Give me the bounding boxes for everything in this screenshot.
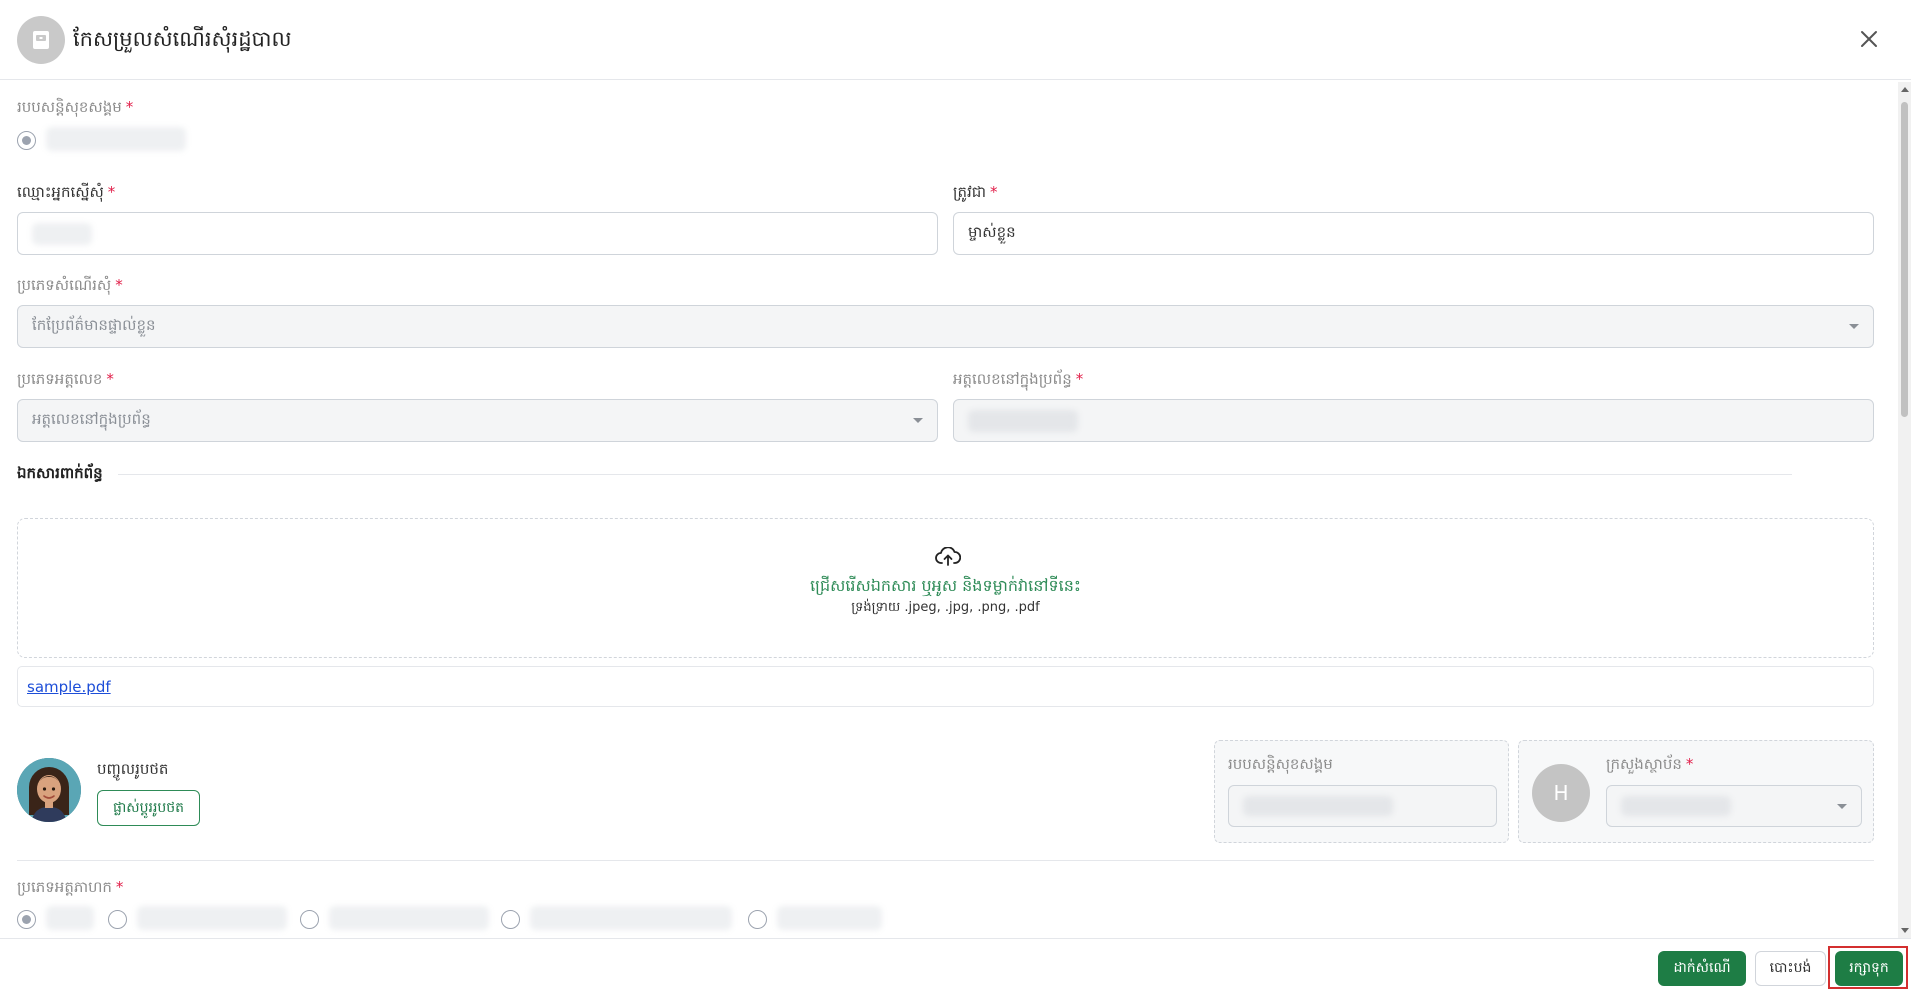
chevron-down-icon <box>1837 804 1847 809</box>
vertical-scrollbar[interactable] <box>1898 82 1911 938</box>
social-security-card: របបសន្តិសុខសង្គម <box>1214 740 1509 843</box>
modal-footer: ដាក់សំណើ បោះបង់ រក្សាទុក <box>0 938 1911 996</box>
employee-type-radio-5[interactable] <box>748 910 767 929</box>
section-divider <box>17 860 1874 861</box>
ministry-label: ក្រសួងស្ថាប័ន * <box>1606 755 1694 773</box>
social-security-option-redacted <box>46 127 186 151</box>
employee-type-option-1-redacted <box>46 906 94 930</box>
photo-label: បញ្ចូលរូបថត <box>97 760 169 778</box>
applicant-name-label: ឈ្មោះអ្នកស្នើសុំ * <box>17 183 116 201</box>
request-type-value: កែប្រែព័ត៌មានផ្ទាល់ខ្លួន <box>32 315 156 334</box>
id-type-value: អត្តលេខនៅក្នុងប្រព័ន្ធ <box>32 409 151 428</box>
attached-file-link[interactable]: sample.pdf <box>27 678 111 696</box>
scroll-up-icon[interactable] <box>1901 87 1909 92</box>
id-number-input[interactable] <box>953 399 1874 442</box>
save-button-highlight <box>1828 946 1908 989</box>
close-button[interactable] <box>1854 24 1884 54</box>
modal-header: កែសម្រួលសំណើរសុំរដ្ឋបាល <box>0 0 1911 80</box>
request-type-select[interactable]: កែប្រែព័ត៌មានផ្ទាល់ខ្លួន <box>17 305 1874 348</box>
employee-type-label: ប្រភេទអត្តភាហក * <box>17 878 124 896</box>
id-type-select[interactable]: អត្តលេខនៅក្នុងប្រព័ន្ធ <box>17 399 938 442</box>
social-card-redacted <box>1243 796 1393 816</box>
employee-type-radio-4[interactable] <box>501 910 520 929</box>
attached-file-item: sample.pdf <box>17 666 1874 707</box>
dropzone-instruction: ជ្រើសរើសឯកសារ ឬអូស និងទម្លាក់វានៅទីនេះ <box>810 576 1081 595</box>
employee-type-radio-2[interactable] <box>108 910 127 929</box>
dropzone-formats: ទ្រង់ទ្រាយ .jpeg, .jpg, .png, .pdf <box>851 600 1040 615</box>
id-number-label: អត្តលេខនៅក្នុងប្រព័ន្ធ * <box>953 370 1084 388</box>
applicant-name-input[interactable] <box>17 212 938 255</box>
relation-value: ម្ចាស់ខ្លួន <box>968 222 1016 241</box>
employee-type-option-2-redacted <box>137 906 287 930</box>
ministry-avatar: H <box>1532 764 1590 822</box>
relation-label: ត្រូវជា * <box>953 183 998 201</box>
attachments-divider <box>118 474 1792 475</box>
id-type-label: ប្រភេទអត្តលេខ * <box>17 370 114 388</box>
social-card-label: របបសន្តិសុខសង្គម <box>1228 755 1333 773</box>
cloud-upload-icon <box>935 547 961 566</box>
close-icon <box>1861 31 1877 47</box>
document-edit-icon <box>17 16 65 64</box>
chevron-down-icon <box>1849 324 1859 329</box>
profile-photo <box>17 758 81 822</box>
modal-title: កែសម្រួលសំណើរសុំរដ្ឋបាល <box>73 27 292 51</box>
employee-type-radio-3[interactable] <box>300 910 319 929</box>
social-security-label: របបសន្តិសុខសង្គម * <box>17 98 134 116</box>
file-dropzone[interactable]: ជ្រើសរើសឯកសារ ឬអូស និងទម្លាក់វានៅទីនេះ ទ… <box>17 518 1874 658</box>
cancel-button[interactable]: បោះបង់ <box>1755 951 1826 986</box>
ministry-redacted <box>1621 796 1731 816</box>
employee-type-option-5-redacted <box>777 906 882 930</box>
attachments-title: ឯកសារពាក់ព័ន្ធ <box>17 464 103 482</box>
employee-type-option-4-redacted <box>530 906 732 930</box>
chevron-down-icon <box>913 418 923 423</box>
id-number-redacted <box>968 409 1078 432</box>
employee-type-radio-1[interactable] <box>17 910 36 929</box>
social-card-input[interactable] <box>1228 785 1497 827</box>
relation-input[interactable]: ម្ចាស់ខ្លួន <box>953 212 1874 255</box>
applicant-name-redacted <box>32 222 92 245</box>
scrollbar-thumb[interactable] <box>1901 102 1908 417</box>
submit-button[interactable]: ដាក់សំណើ <box>1658 951 1746 986</box>
ministry-card: H ក្រសួងស្ថាប័ន * <box>1518 740 1874 843</box>
scroll-down-icon[interactable] <box>1901 928 1909 933</box>
employee-type-option-3-redacted <box>329 906 489 930</box>
request-type-label: ប្រភេទសំណើរសុំ * <box>17 276 123 294</box>
change-photo-button[interactable]: ផ្លាស់ប្តូររូបថត <box>97 790 200 826</box>
ministry-select[interactable] <box>1606 785 1862 827</box>
social-security-radio[interactable] <box>17 131 36 150</box>
